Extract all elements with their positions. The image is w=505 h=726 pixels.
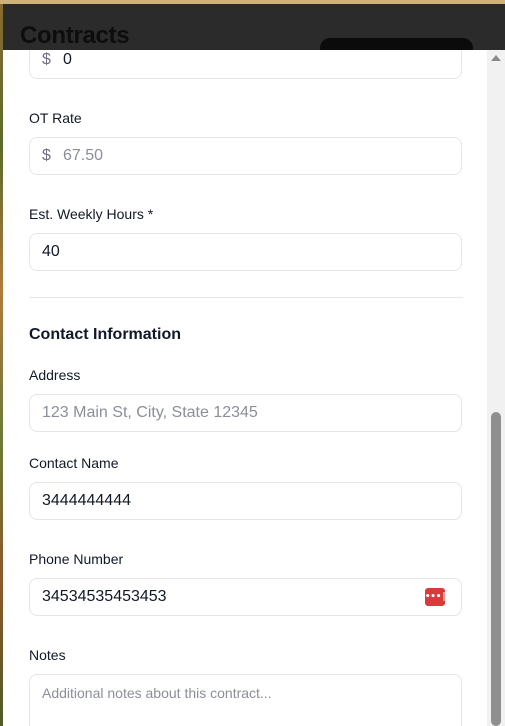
section-divider xyxy=(29,297,463,298)
ot-rate-label: OT Rate xyxy=(29,110,82,126)
header-action-button[interactable] xyxy=(320,38,473,50)
notes-placeholder: Additional notes about this contract... xyxy=(42,685,272,701)
password-manager-icon[interactable]: •••| xyxy=(425,588,447,606)
scrollbar-thumb[interactable] xyxy=(491,412,501,726)
ot-rate-placeholder: 67.50 xyxy=(63,147,104,164)
scroll-up-arrow-icon[interactable] xyxy=(491,55,501,61)
phone-input[interactable]: 34534535453453 •••| xyxy=(29,578,462,616)
notes-textarea[interactable]: Additional notes about this contract... xyxy=(29,674,462,726)
page-title: Contracts xyxy=(20,22,130,49)
weekly-hours-value: 40 xyxy=(42,243,60,260)
contact-section-title: Contact Information xyxy=(29,326,181,343)
contract-form-modal: $ 0 OT Rate $ 67.50 Est. Weekly Hours * … xyxy=(3,50,487,726)
currency-symbol: $ xyxy=(42,147,51,164)
address-placeholder: 123 Main St, City, State 12345 xyxy=(42,404,258,421)
address-input[interactable]: 123 Main St, City, State 12345 xyxy=(29,394,462,432)
app-header: Contracts xyxy=(3,4,505,50)
notes-label: Notes xyxy=(29,647,66,663)
rate-value: 0 xyxy=(63,51,72,68)
weekly-hours-input[interactable]: 40 xyxy=(29,233,462,271)
contact-name-input[interactable]: 3444444444 xyxy=(29,482,462,520)
address-label: Address xyxy=(29,367,81,383)
rate-input[interactable]: $ 0 xyxy=(29,50,462,79)
scrollbar[interactable] xyxy=(487,50,505,726)
contact-name-label: Contact Name xyxy=(29,455,119,471)
ot-rate-input[interactable]: $ 67.50 xyxy=(29,137,462,175)
weekly-hours-label: Est. Weekly Hours * xyxy=(29,206,154,222)
phone-value: 34534535453453 xyxy=(42,588,167,605)
currency-symbol: $ xyxy=(42,51,51,68)
phone-label: Phone Number xyxy=(29,551,124,567)
contact-name-value: 3444444444 xyxy=(42,492,131,509)
